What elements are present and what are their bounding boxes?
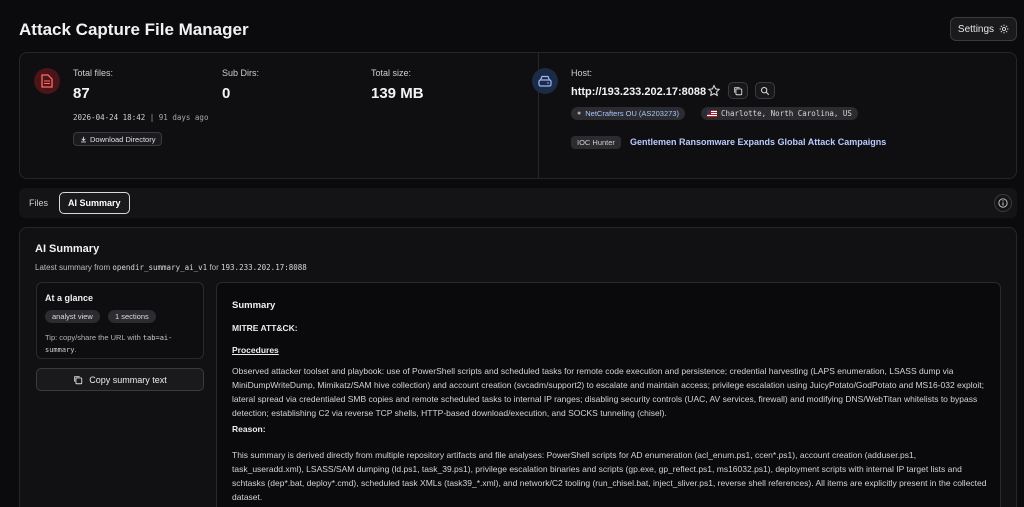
timestamp-age: | 91 days ago xyxy=(149,113,209,122)
ioc-hunter-badge: IOC Hunter xyxy=(571,136,621,149)
ai-summary-title: AI Summary xyxy=(35,243,100,255)
location-text: Charlotte, North Carolina, US xyxy=(721,109,852,118)
download-label: Download Directory xyxy=(90,134,156,144)
chip-sections: 1 sections xyxy=(108,310,156,323)
summary-content: Summary MITRE ATT&CK: Procedures Observe… xyxy=(216,282,1001,507)
page-title: Attack Capture File Manager xyxy=(19,20,249,39)
info-button[interactable] xyxy=(994,194,1012,212)
search-icon xyxy=(760,86,770,95)
reason-heading: Reason: xyxy=(232,424,266,434)
chip-analyst-view: analyst view xyxy=(45,310,100,323)
download-directory-button[interactable]: Download Directory xyxy=(73,132,163,146)
location-badge: Charlotte, North Carolina, US xyxy=(701,107,858,120)
info-icon xyxy=(998,198,1008,208)
tip-prefix: Tip: copy/share the URL with xyxy=(45,333,141,342)
settings-label: Settings xyxy=(957,23,995,35)
host-label: Host: xyxy=(571,68,593,78)
copy-summary-button[interactable]: Copy summary text xyxy=(36,368,204,391)
procedures-text: Observed attacker toolset and playbook: … xyxy=(232,366,984,418)
gear-icon xyxy=(999,24,1009,34)
host-url: http://193.233.202.17:8088 xyxy=(571,86,707,98)
globe-icon: ● xyxy=(577,110,582,117)
star-icon[interactable] xyxy=(707,84,721,98)
view-tabs: Files AI Summary xyxy=(19,188,1017,218)
copy-icon xyxy=(734,86,743,95)
total-files-value: 87 xyxy=(73,85,90,102)
directory-stats-card: Total files: 87 Sub Dirs: 0 Total size: … xyxy=(19,52,1017,179)
search-host-button[interactable] xyxy=(755,82,775,99)
copy-host-button[interactable] xyxy=(728,82,748,99)
us-flag-icon xyxy=(707,110,717,117)
ai-summary-meta: Latest summary from opendir_summary_ai_v… xyxy=(35,263,307,272)
capture-timestamp: 2026-04-24 18:42 | 91 days ago xyxy=(73,113,208,122)
tab-ai-summary[interactable]: AI Summary xyxy=(59,192,130,214)
timestamp-date: 2026-04-24 18:42 xyxy=(73,113,146,122)
procedures-heading: Procedures xyxy=(232,345,279,355)
server-icon xyxy=(532,68,558,94)
ai-summary-panel: AI Summary Latest summary from opendir_s… xyxy=(19,227,1017,507)
meta-host: 193.233.202.17:8088 xyxy=(221,263,307,272)
settings-button[interactable]: Settings xyxy=(950,17,1017,41)
asn-name: NetCrafters OU xyxy=(585,109,637,118)
asn-badge[interactable]: ● NetCrafters OU (AS203273) xyxy=(571,107,685,120)
meta-prefix: Latest summary from xyxy=(35,263,111,272)
sub-dirs-value: 0 xyxy=(222,85,231,102)
top-bar: Attack Capture File Manager Settings xyxy=(0,0,1024,52)
file-icon xyxy=(34,68,60,94)
tip-suffix: . xyxy=(74,345,77,354)
reason-text: This summary is derived directly from mu… xyxy=(232,450,987,502)
total-files-label: Total files: xyxy=(73,68,114,78)
ioc-report-link[interactable]: Gentlemen Ransomware Expands Global Atta… xyxy=(630,137,886,147)
total-size-value: 139 MB xyxy=(371,85,424,102)
tab-files[interactable]: Files xyxy=(21,192,56,214)
meta-for: for xyxy=(209,263,219,272)
at-a-glance-box: At a glance analyst view 1 sections Tip:… xyxy=(36,282,204,359)
sub-dirs-label: Sub Dirs: xyxy=(222,68,260,78)
mitre-heading: MITRE ATT&CK: xyxy=(232,323,298,333)
copy-summary-label: Copy summary text xyxy=(89,374,167,385)
asn-code: (AS203273) xyxy=(638,109,679,118)
glance-title: At a glance xyxy=(45,293,94,303)
share-tip: Tip: copy/share the URL with tab=ai-summ… xyxy=(45,332,195,356)
download-icon xyxy=(81,136,86,142)
summary-heading: Summary xyxy=(232,300,276,311)
meta-source: opendir_summary_ai_v1 xyxy=(112,263,208,272)
copy-icon xyxy=(74,375,83,384)
total-size-label: Total size: xyxy=(371,68,412,78)
